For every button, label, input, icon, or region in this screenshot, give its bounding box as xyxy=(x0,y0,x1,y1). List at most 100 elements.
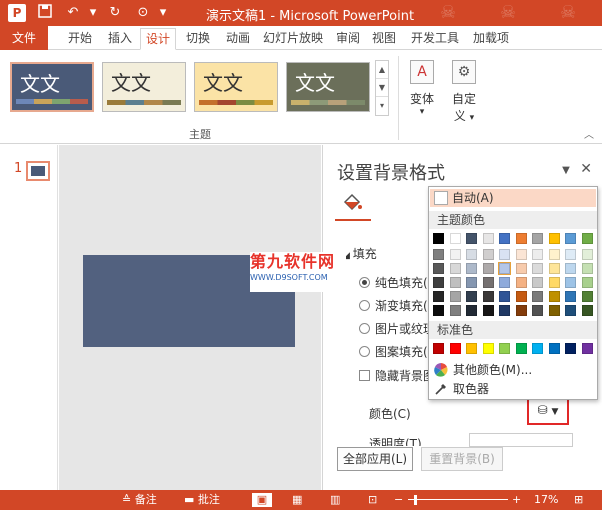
theme-color-shade-swatch[interactable] xyxy=(433,291,444,302)
chevron-down-icon[interactable]: ▼ xyxy=(376,79,388,97)
theme-color-shade-swatch[interactable] xyxy=(466,305,477,316)
theme-color-shade-swatch[interactable] xyxy=(532,291,543,302)
powerpoint-app-icon[interactable]: P xyxy=(8,4,26,22)
theme-color-shade-swatch[interactable] xyxy=(499,277,510,288)
theme-color-shade-swatch[interactable] xyxy=(532,305,543,316)
slide-sorter-icon[interactable]: ▦ xyxy=(292,493,302,507)
tab-animations[interactable]: 动画 xyxy=(218,28,258,50)
theme-color-shade-swatch[interactable] xyxy=(499,291,510,302)
theme-color-shade-swatch[interactable] xyxy=(515,291,527,302)
theme-color-shade-swatch[interactable] xyxy=(466,291,477,302)
theme-color-shade-swatch[interactable] xyxy=(466,249,477,260)
theme-color-shade-swatch[interactable] xyxy=(581,305,593,316)
comments-button[interactable]: ▬ 批注 xyxy=(184,493,220,507)
close-icon[interactable]: ✕ xyxy=(580,161,592,177)
color-picker-button[interactable]: ⛁ ▼ xyxy=(527,397,569,425)
theme-color-shade-swatch[interactable] xyxy=(482,277,494,288)
theme-color-shade-swatch[interactable] xyxy=(565,263,576,274)
reading-view-icon[interactable]: ▥ xyxy=(330,493,340,507)
pane-options-icon[interactable]: ▼ xyxy=(562,165,570,176)
gallery-more-icon[interactable]: ▾ xyxy=(376,97,388,115)
theme-color-shade-swatch[interactable] xyxy=(565,277,576,288)
theme-color-shade-swatch[interactable] xyxy=(581,291,593,302)
theme-color-swatch[interactable] xyxy=(532,233,543,244)
theme-thumbnail[interactable]: 文文 xyxy=(194,62,278,112)
theme-color-shade-swatch[interactable] xyxy=(532,277,543,288)
tab-design[interactable]: 设计 xyxy=(140,28,176,50)
theme-color-shade-swatch[interactable] xyxy=(515,277,527,288)
theme-color-swatch[interactable] xyxy=(565,233,576,244)
theme-thumbnail[interactable]: 文文 xyxy=(10,62,94,112)
theme-color-swatch[interactable] xyxy=(466,233,477,244)
slideshow-view-icon[interactable]: ⊡ xyxy=(368,493,377,507)
theme-color-shade-swatch[interactable] xyxy=(433,305,444,316)
tab-addins[interactable]: 加载项 xyxy=(468,28,514,50)
standard-color-swatch[interactable] xyxy=(565,343,576,354)
standard-color-swatch[interactable] xyxy=(499,343,510,354)
theme-color-shade-swatch[interactable] xyxy=(482,291,494,302)
theme-color-shade-swatch[interactable] xyxy=(548,291,560,302)
zoom-level[interactable]: 17% xyxy=(534,493,558,507)
tab-insert[interactable]: 插入 xyxy=(100,28,140,50)
tab-review[interactable]: 审阅 xyxy=(330,28,366,50)
eyedropper-option[interactable]: 取色器 xyxy=(431,380,595,398)
standard-color-swatch[interactable] xyxy=(548,343,560,354)
save-icon[interactable] xyxy=(36,4,54,22)
theme-color-shade-swatch[interactable] xyxy=(515,305,527,316)
theme-color-shade-swatch[interactable] xyxy=(449,291,461,302)
theme-color-shade-swatch[interactable] xyxy=(548,249,560,260)
undo-icon[interactable]: ↶ xyxy=(64,4,82,22)
theme-color-swatch[interactable] xyxy=(449,233,461,244)
theme-color-shade-swatch[interactable] xyxy=(565,249,576,260)
customize-button[interactable]: ⚙ 自定 义 ▾ xyxy=(446,60,482,124)
theme-color-shade-swatch[interactable] xyxy=(515,249,527,260)
reset-background-button[interactable]: 重置背景(B) xyxy=(421,447,503,471)
theme-thumbnail[interactable]: 文文 xyxy=(286,62,370,112)
picture-fill-option[interactable]: 图片或纹理 xyxy=(359,321,435,337)
slide-thumbnail[interactable] xyxy=(26,161,50,181)
theme-color-shade-swatch[interactable] xyxy=(548,305,560,316)
theme-color-swatch[interactable] xyxy=(548,233,560,244)
apply-to-all-button[interactable]: 全部应用(L) xyxy=(337,447,413,471)
theme-color-shade-swatch[interactable] xyxy=(466,263,477,274)
zoom-slider-thumb[interactable] xyxy=(414,495,417,505)
theme-color-shade-swatch[interactable] xyxy=(449,249,461,260)
present-icon[interactable]: ⊙ xyxy=(134,4,152,22)
theme-color-shade-swatch[interactable] xyxy=(548,263,560,274)
variants-button[interactable]: A 变体 ▾ xyxy=(404,60,440,117)
tab-transitions[interactable]: 切换 xyxy=(178,28,218,50)
theme-color-shade-swatch[interactable] xyxy=(449,277,461,288)
theme-color-swatch[interactable] xyxy=(515,233,527,244)
theme-color-shade-swatch[interactable] xyxy=(565,305,576,316)
theme-gallery-scroll[interactable]: ▲ ▼ ▾ xyxy=(375,60,389,116)
theme-color-shade-swatch[interactable] xyxy=(482,305,494,316)
undo-dropdown-icon[interactable]: ▾ xyxy=(84,4,102,22)
more-colors-option[interactable]: 其他颜色(M)... xyxy=(431,361,595,379)
collapse-ribbon-icon[interactable]: ︿ xyxy=(584,126,594,141)
standard-color-swatch[interactable] xyxy=(532,343,543,354)
hide-background-checkbox[interactable]: 隐藏背景图 xyxy=(359,368,435,384)
standard-color-swatch[interactable] xyxy=(482,343,494,354)
theme-color-shade-swatch[interactable] xyxy=(482,263,494,274)
tab-developer[interactable]: 开发工具 xyxy=(406,28,464,50)
theme-color-shade-swatch[interactable] xyxy=(581,263,593,274)
standard-color-swatch[interactable] xyxy=(515,343,527,354)
redo-icon[interactable]: ↻ xyxy=(106,4,124,22)
theme-color-swatch[interactable] xyxy=(581,233,593,244)
standard-color-swatch[interactable] xyxy=(449,343,461,354)
notes-button[interactable]: ≙ 备注 xyxy=(122,493,157,507)
theme-color-shade-swatch[interactable] xyxy=(482,249,494,260)
fill-section-header[interactable]: ◢ 填充 xyxy=(343,245,377,262)
qa-customize-icon[interactable]: ▾ xyxy=(154,4,172,22)
theme-color-shade-swatch[interactable] xyxy=(499,249,510,260)
theme-color-shade-swatch[interactable] xyxy=(565,291,576,302)
theme-color-shade-swatch[interactable] xyxy=(449,263,461,274)
standard-color-swatch[interactable] xyxy=(581,343,593,354)
theme-color-shade-swatch[interactable] xyxy=(548,277,560,288)
theme-color-swatch[interactable] xyxy=(482,233,494,244)
transparency-input[interactable] xyxy=(469,433,573,447)
theme-color-shade-swatch[interactable] xyxy=(499,305,510,316)
fill-bucket-icon[interactable] xyxy=(341,193,363,217)
standard-color-swatch[interactable] xyxy=(433,343,444,354)
normal-view-icon[interactable]: ▣ xyxy=(252,493,272,507)
